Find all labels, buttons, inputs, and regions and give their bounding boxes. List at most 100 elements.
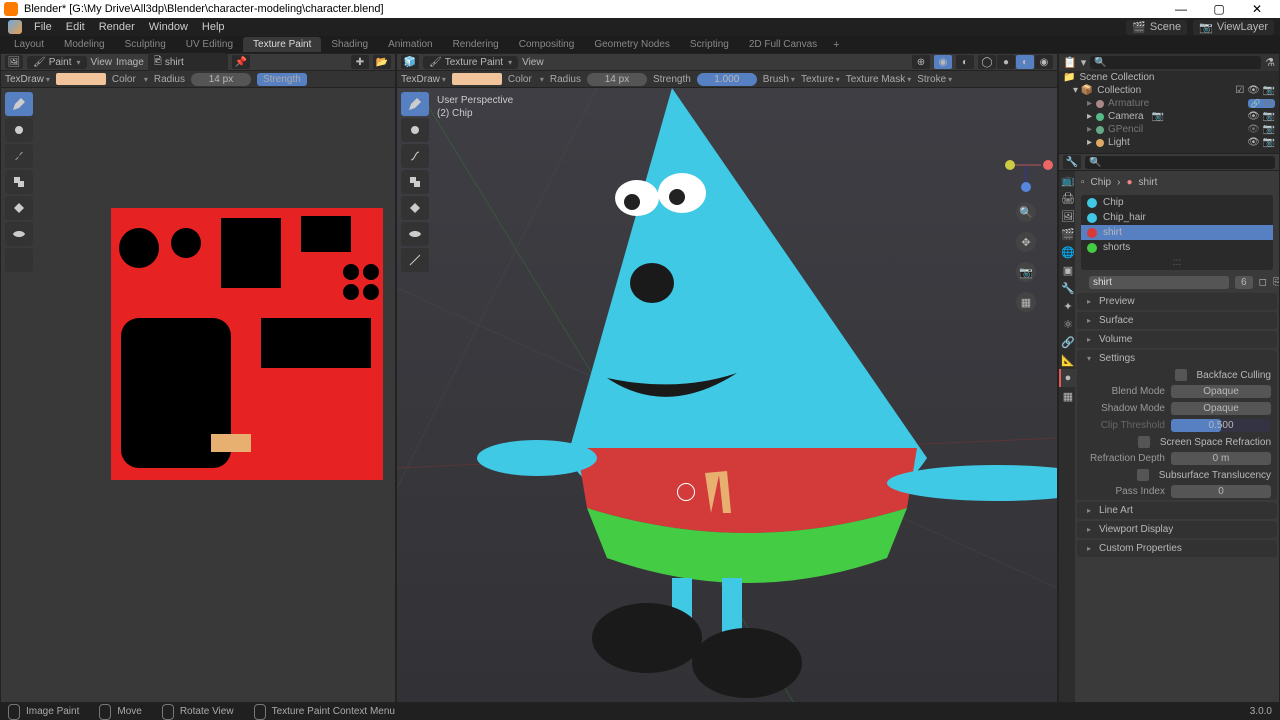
maximize-button[interactable]: ▢ — [1200, 2, 1238, 16]
blend-mode-dropdown[interactable]: Opaque — [1171, 385, 1271, 398]
tool3d-annotate[interactable] — [401, 248, 429, 272]
strength-label-left[interactable]: Strength — [257, 73, 307, 86]
section-custom-properties[interactable]: Custom Properties — [1077, 540, 1277, 557]
texture-menu[interactable]: Texture — [801, 74, 840, 85]
tab-rendering[interactable]: Rendering — [443, 37, 509, 52]
tool3d-soften[interactable] — [401, 118, 429, 142]
tool3d-fill[interactable] — [401, 196, 429, 220]
material-slot-chip-hair[interactable]: Chip_hair — [1081, 210, 1273, 225]
shadow-mode-dropdown[interactable]: Opaque — [1171, 402, 1271, 415]
blender-icon[interactable] — [8, 20, 22, 34]
brush-menu[interactable]: Brush — [763, 74, 795, 85]
proptab-constraints[interactable]: 🔗 — [1059, 333, 1075, 351]
shading-solid[interactable]: ● — [997, 55, 1015, 69]
material-slot-shirt[interactable]: shirt — [1081, 225, 1273, 240]
menu-help[interactable]: Help — [196, 21, 231, 33]
tab-compositing[interactable]: Compositing — [509, 37, 585, 52]
outliner-scene-collection[interactable]: 📁 Scene Collection — [1059, 71, 1279, 84]
radius-value-3d[interactable]: 14 px — [587, 73, 647, 86]
material-slot-shorts[interactable]: shorts — [1081, 240, 1273, 255]
menu-window[interactable]: Window — [143, 21, 194, 33]
brush-color-swatch-left[interactable] — [56, 73, 106, 85]
add-workspace-button[interactable]: + — [827, 37, 845, 53]
proptab-viewlayer[interactable]: 🖼 — [1059, 207, 1075, 225]
proptab-output[interactable]: 🖨 — [1059, 189, 1075, 207]
material-slot-expand[interactable]: ::: — [1081, 255, 1273, 270]
tool3d-draw[interactable] — [401, 92, 429, 116]
pan-button[interactable]: ✥ — [1016, 232, 1036, 252]
camera-view-button[interactable]: 📷 — [1016, 262, 1036, 282]
tool-fill[interactable] — [5, 196, 33, 220]
section-surface[interactable]: Surface — [1077, 312, 1277, 329]
brush-selector-left[interactable]: TexDraw — [5, 74, 50, 85]
tool3d-mask[interactable] — [401, 222, 429, 246]
zoom-button[interactable]: 🔍 — [1016, 202, 1036, 222]
outliner-item-armature[interactable]: ▸ Armature 🔗 19 — [1059, 97, 1279, 110]
material-copy-button[interactable]: ⎘ — [1273, 277, 1279, 288]
minimize-button[interactable]: — — [1162, 2, 1200, 16]
ssr-checkbox[interactable] — [1138, 436, 1150, 448]
section-settings[interactable]: Settings — [1077, 350, 1277, 367]
tool-mask[interactable] — [5, 222, 33, 246]
tool3d-clone[interactable] — [401, 170, 429, 194]
nav-gizmo[interactable] — [999, 138, 1053, 192]
view3d-view-menu[interactable]: View — [522, 57, 544, 68]
shading-material[interactable]: ◐ — [1016, 55, 1034, 69]
proptab-modifiers[interactable]: 🔧 — [1059, 279, 1075, 297]
image-open-button[interactable]: 📂 — [373, 55, 391, 69]
refraction-depth-value[interactable]: 0 m — [1171, 452, 1271, 465]
tool-soften[interactable] — [5, 118, 33, 142]
material-new-button[interactable]: ◻ — [1259, 277, 1267, 288]
tab-scripting[interactable]: Scripting — [680, 37, 739, 52]
color-dropdown-3d[interactable] — [538, 74, 544, 85]
image-pin-button[interactable]: 📌 — [232, 55, 250, 69]
brush-selector-3d[interactable]: TexDraw — [401, 74, 446, 85]
proptab-world[interactable]: 🌐 — [1059, 243, 1075, 261]
strength-value-3d[interactable]: 1.000 — [697, 73, 757, 86]
radius-value-left[interactable]: 14 px — [191, 73, 251, 86]
close-button[interactable]: ✕ — [1238, 2, 1276, 16]
outliner-filter-icon[interactable]: ▾ — [1081, 56, 1087, 69]
axis-y-icon[interactable] — [1005, 160, 1015, 170]
perspective-toggle-button[interactable]: ▦ — [1016, 292, 1036, 312]
shading-rendered[interactable]: ◉ — [1035, 55, 1053, 69]
brush-color-swatch-3d[interactable] — [452, 73, 502, 85]
tab-shading[interactable]: Shading — [321, 37, 378, 52]
section-preview[interactable]: Preview — [1077, 293, 1277, 310]
outliner-filter-button[interactable]: ⚗ — [1265, 56, 1275, 69]
editor-type-image[interactable]: 🖼 — [5, 55, 23, 69]
texture-mask-menu[interactable]: Texture Mask — [846, 74, 911, 85]
section-viewport-display[interactable]: Viewport Display — [1077, 521, 1277, 538]
image-selector[interactable]: 🖻 shirt — [148, 53, 228, 72]
axis-x-icon[interactable] — [1043, 160, 1053, 170]
material-slot-chip[interactable]: Chip — [1081, 195, 1273, 210]
gizmo-toggle-button[interactable]: ⊕ — [912, 55, 930, 69]
tool-draw[interactable] — [5, 92, 33, 116]
material-users-count[interactable]: 6 — [1235, 276, 1253, 289]
section-lineart[interactable]: Line Art — [1077, 502, 1277, 519]
proptab-physics[interactable]: ⚛ — [1059, 315, 1075, 333]
tool-smear[interactable] — [5, 144, 33, 168]
color-dropdown-left[interactable] — [142, 74, 148, 85]
viewport-3d[interactable]: User Perspective (2) Chip — [397, 88, 1057, 702]
clip-threshold-value[interactable]: 0.500 — [1171, 419, 1271, 432]
proptab-material[interactable]: ● — [1059, 369, 1075, 387]
tool3d-smear[interactable] — [401, 144, 429, 168]
image-new-button[interactable]: ✚ — [351, 55, 369, 69]
properties-search[interactable] — [1085, 156, 1275, 169]
outliner-item-light[interactable]: ▸ Light👁 📷 — [1059, 136, 1279, 149]
outliner-search[interactable] — [1090, 56, 1261, 69]
breadcrumb-material[interactable]: shirt — [1139, 177, 1158, 188]
properties-editor-icon[interactable]: 🔧 — [1063, 155, 1081, 169]
viewlayer-selector[interactable]: 📷ViewLayer — [1193, 20, 1274, 35]
proptab-texture[interactable]: ▦ — [1059, 387, 1075, 405]
image-editor-image-menu[interactable]: Image — [116, 57, 144, 68]
proptab-object[interactable]: ▣ — [1059, 261, 1075, 279]
proptab-scene[interactable]: 🎬 — [1059, 225, 1075, 243]
backface-culling-checkbox[interactable] — [1175, 369, 1187, 381]
outliner-item-gpencil[interactable]: ▸ GPencil👁 📷 — [1059, 123, 1279, 136]
proptab-mesh[interactable]: 📐 — [1059, 351, 1075, 369]
tab-texture-paint[interactable]: Texture Paint — [243, 37, 321, 52]
tool-clone[interactable] — [5, 170, 33, 194]
stroke-menu[interactable]: Stroke — [917, 74, 952, 85]
